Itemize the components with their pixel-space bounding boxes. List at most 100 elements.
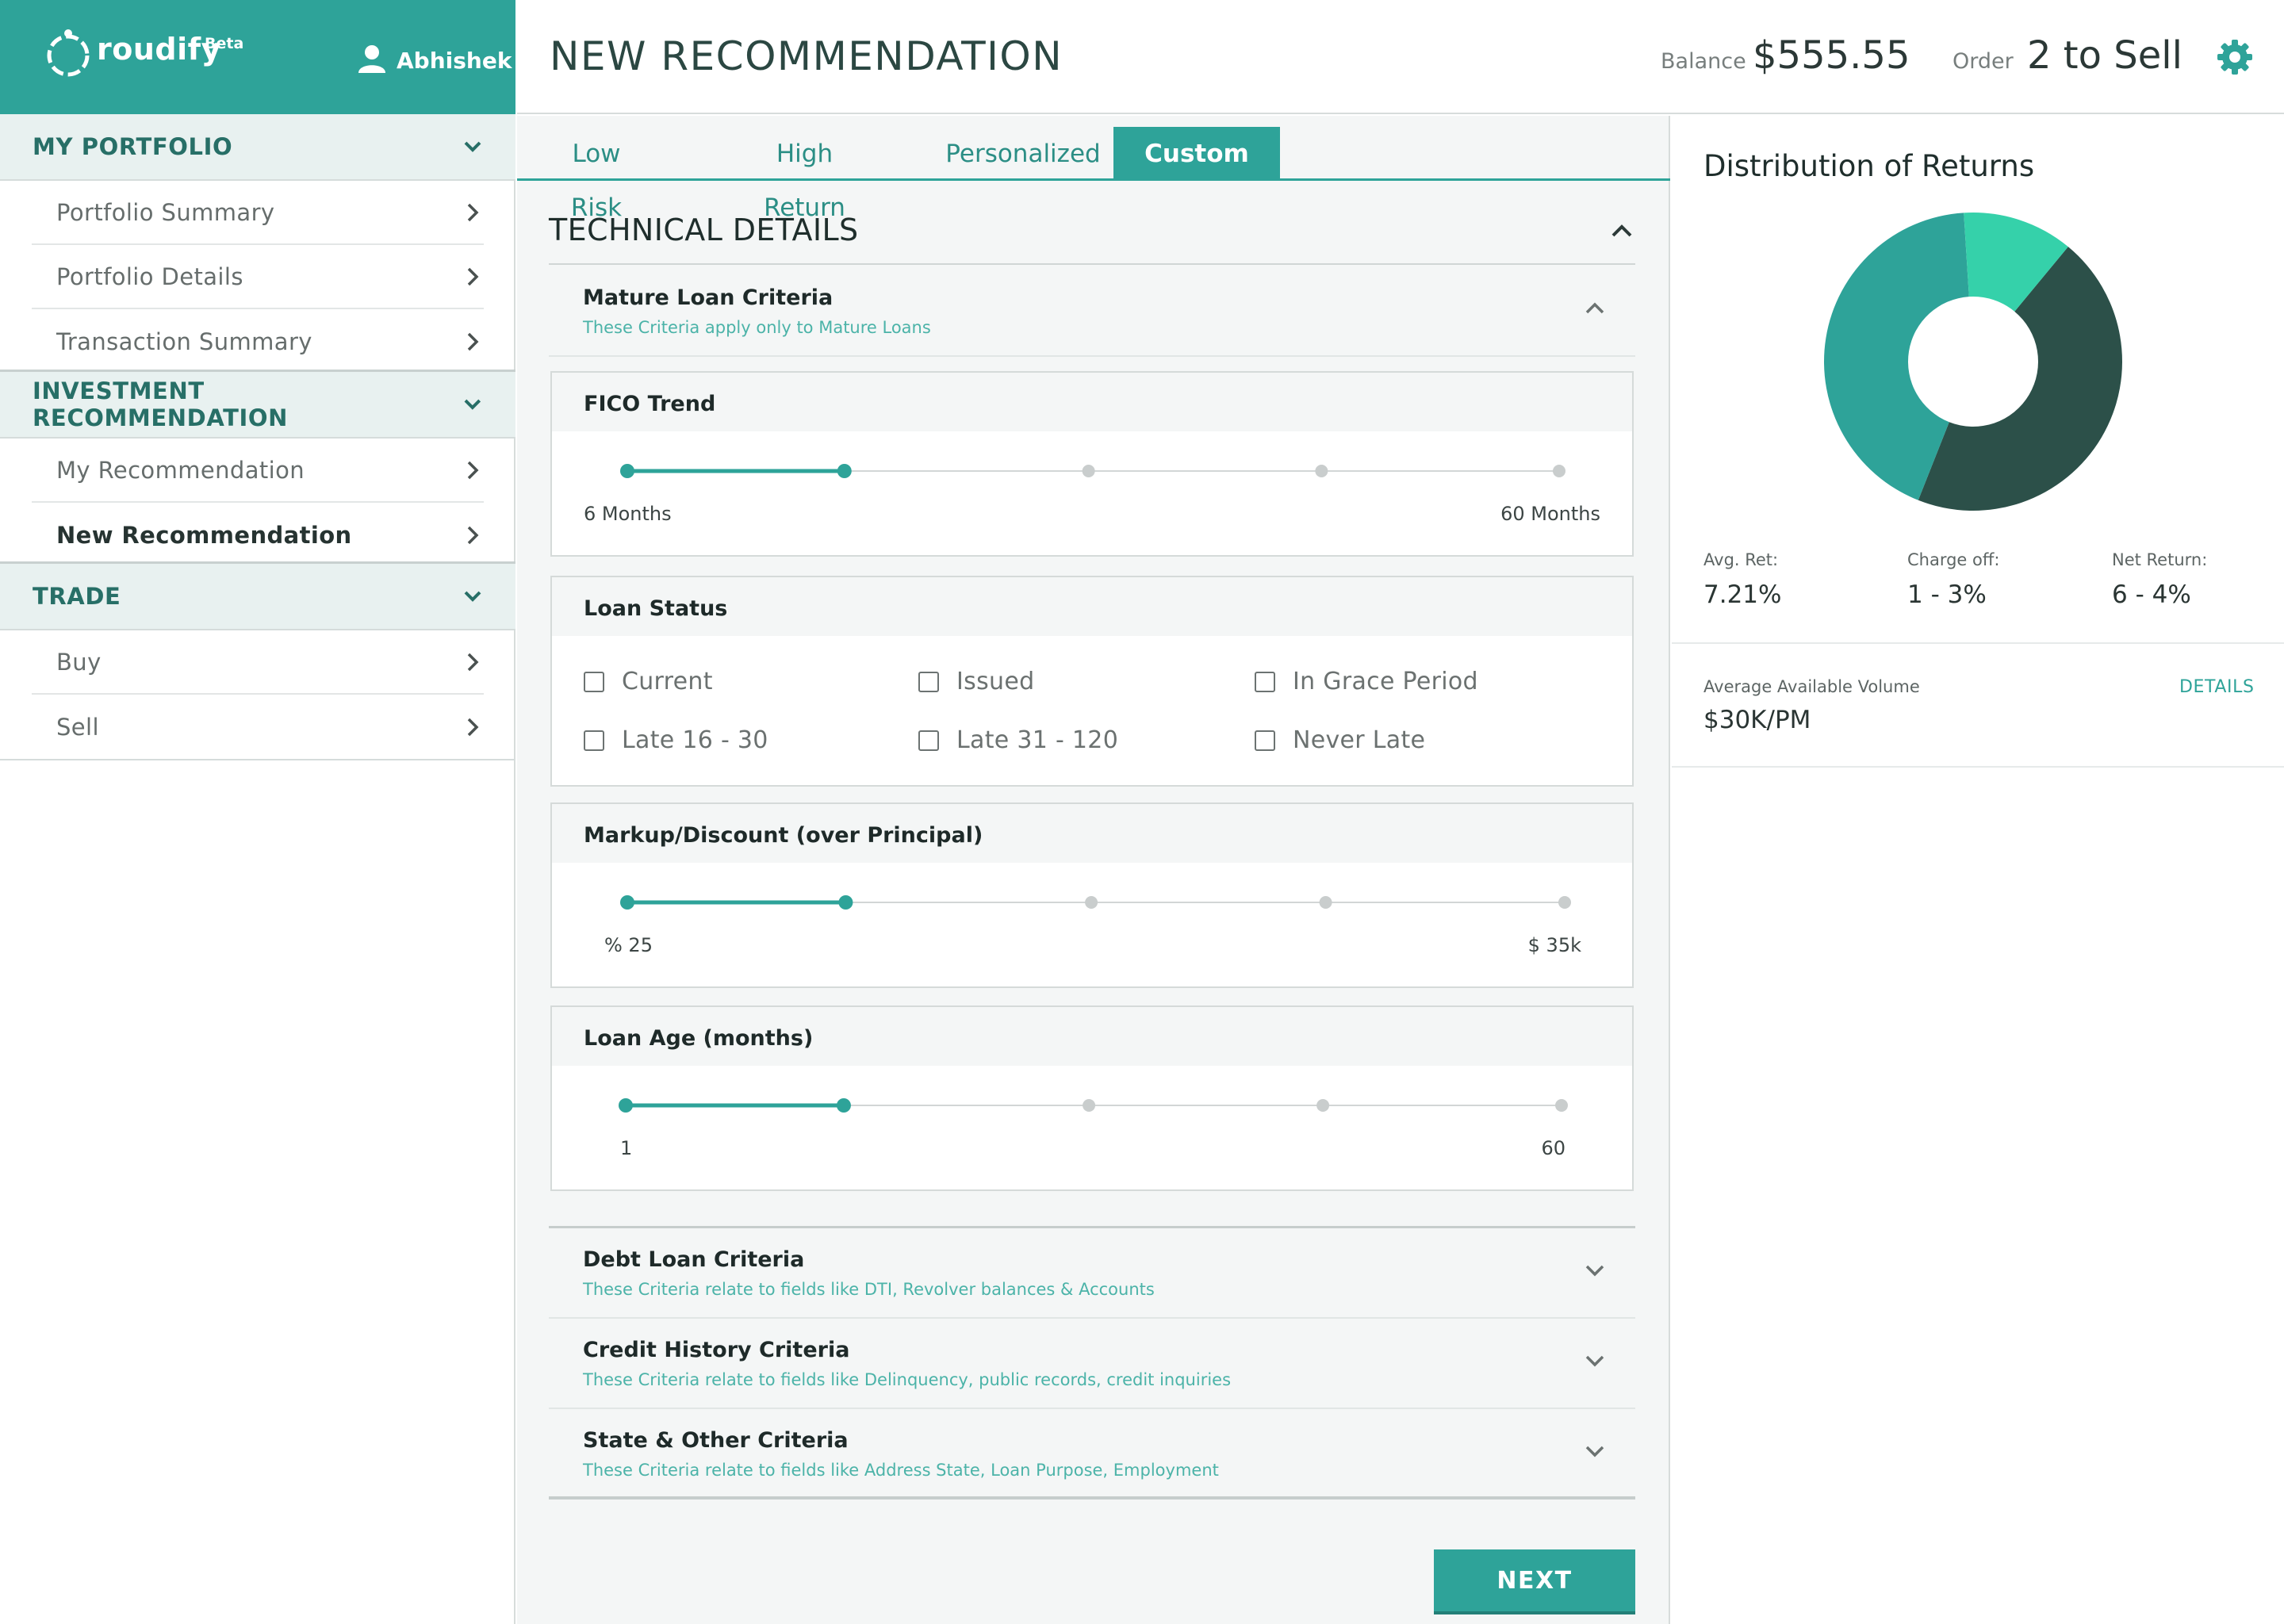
- sidebar-item-sell[interactable]: Sell: [32, 695, 484, 759]
- checkbox-label: Late 31 - 120: [956, 726, 1119, 754]
- chevron-down-icon[interactable]: [1583, 1258, 1607, 1282]
- sidebar-item-my-recommendation[interactable]: My Recommendation: [32, 439, 484, 503]
- stat-value: 7.21%: [1703, 580, 1782, 609]
- slider-handle[interactable]: [619, 1098, 633, 1113]
- slider-handle[interactable]: [836, 1098, 851, 1113]
- slider-handle[interactable]: [837, 464, 852, 478]
- tab-low-risk[interactable]: Low Risk: [549, 127, 644, 222]
- tab-personalized[interactable]: Personalized: [936, 127, 1110, 181]
- slider-step[interactable]: [1558, 896, 1571, 909]
- nav-head-trade[interactable]: TRADE: [0, 564, 515, 630]
- checkbox-in-grace-period[interactable]: In Grace Period: [1255, 668, 1478, 695]
- debt-criteria-header[interactable]: Debt Loan Criteria These Criteria relate…: [549, 1228, 1635, 1319]
- credit-history-criteria-header[interactable]: Credit History Criteria These Criteria r…: [549, 1319, 1635, 1409]
- chevron-right-icon: [467, 267, 479, 285]
- panel-title: Distribution of Returns: [1703, 149, 2035, 183]
- slider-step[interactable]: [1085, 896, 1098, 909]
- gear-icon[interactable]: [2216, 38, 2254, 76]
- fico-slider[interactable]: [552, 431, 1635, 511]
- divider: [1672, 766, 2284, 768]
- slider-handle[interactable]: [620, 464, 634, 478]
- nav-head-label: INVESTMENT RECOMMENDATION: [33, 377, 289, 431]
- slider-max-label: 60: [1541, 1137, 1565, 1159]
- nav-section-trade: TRADE Buy Sell: [0, 561, 515, 760]
- divider: [1672, 642, 2284, 644]
- chevron-down-icon: [464, 141, 481, 152]
- checkbox-box[interactable]: [1255, 730, 1275, 751]
- checkbox-box[interactable]: [584, 671, 604, 692]
- checkbox-current[interactable]: Current: [584, 668, 713, 695]
- tab-high-return[interactable]: High Return: [739, 127, 870, 222]
- chevron-up-icon[interactable]: [1583, 297, 1607, 320]
- sidebar-item-new-recommendation[interactable]: New Recommendation: [32, 503, 484, 567]
- slider-max-label: 60 Months: [1500, 503, 1600, 525]
- technical-details-header[interactable]: TECHNICAL DETAILS: [549, 209, 1635, 265]
- slider-step[interactable]: [1553, 465, 1565, 477]
- state-other-criteria-header[interactable]: State & Other Criteria These Criteria re…: [549, 1409, 1635, 1500]
- sidebar-item-buy[interactable]: Buy: [32, 630, 484, 695]
- details-link[interactable]: DETAILS: [2179, 677, 2255, 697]
- chevron-right-icon: [467, 461, 479, 479]
- brand-name: roudify: [97, 32, 221, 67]
- user-name[interactable]: Abhishek: [397, 48, 512, 74]
- checkbox-box[interactable]: [918, 671, 939, 692]
- sidebar-item-label: My Recommendation: [56, 456, 305, 484]
- criteria-title: Credit History Criteria: [583, 1338, 850, 1362]
- slider-track: [620, 895, 1571, 910]
- chevron-down-icon[interactable]: [1583, 1439, 1607, 1463]
- slider-step[interactable]: [1315, 465, 1328, 477]
- criteria-title: State & Other Criteria: [583, 1428, 849, 1453]
- sidebar-item-label: Portfolio Summary: [56, 198, 275, 226]
- chevron-right-icon: [467, 526, 479, 544]
- checkbox-box[interactable]: [1255, 671, 1275, 692]
- order-value[interactable]: 2 to Sell: [2027, 33, 2182, 78]
- criteria-title: Debt Loan Criteria: [583, 1247, 805, 1272]
- mature-criteria-header[interactable]: Mature Loan Criteria These Criteria appl…: [549, 266, 1635, 357]
- slider-step[interactable]: [1555, 1099, 1568, 1112]
- nav-section-investment: INVESTMENT RECOMMENDATION My Recommendat…: [0, 370, 515, 567]
- loan-age-card: Loan Age (months) 1 60: [550, 1005, 1634, 1191]
- slider-handle[interactable]: [620, 895, 634, 910]
- checkbox-never-late[interactable]: Never Late: [1255, 726, 1425, 754]
- volume-value: $30K/PM: [1703, 706, 1811, 734]
- chevron-right-icon: [467, 332, 479, 350]
- chevron-right-icon: [467, 718, 479, 736]
- loan-age-slider[interactable]: [552, 1066, 1635, 1145]
- checkbox-late-31-120[interactable]: Late 31 - 120: [918, 726, 1118, 754]
- sidebar: roudify Beta Abhishek MY PORTFOLIO Portf…: [0, 0, 515, 1624]
- slider-handle[interactable]: [838, 895, 853, 910]
- sidebar-item-portfolio-summary[interactable]: Portfolio Summary: [32, 181, 484, 245]
- card-title: FICO Trend: [584, 392, 716, 416]
- next-button[interactable]: NEXT: [1434, 1549, 1635, 1614]
- stat-value: 1 - 3%: [1907, 580, 1987, 609]
- chevron-up-icon[interactable]: [1608, 217, 1635, 244]
- slider-step[interactable]: [1082, 465, 1095, 477]
- stat-label: Net Return:: [2112, 550, 2208, 569]
- markup-slider[interactable]: [552, 863, 1635, 942]
- nav-head-investment-recommendation[interactable]: INVESTMENT RECOMMENDATION: [0, 372, 515, 439]
- checkbox-box[interactable]: [584, 730, 604, 751]
- checkbox-box[interactable]: [918, 730, 939, 751]
- page-title: NEW RECOMMENDATION: [550, 33, 1063, 79]
- logo-icon: [47, 29, 90, 77]
- fico-card: FICO Trend 6 Months 60 Months: [550, 371, 1634, 557]
- checkbox-issued[interactable]: Issued: [918, 668, 1034, 695]
- sidebar-item-transaction-summary[interactable]: Transaction Summary: [32, 309, 484, 373]
- chevron-right-icon: [467, 653, 479, 671]
- chevron-right-icon: [467, 203, 479, 221]
- slider-step[interactable]: [1319, 896, 1332, 909]
- user-icon[interactable]: [357, 44, 387, 74]
- checkbox-late-16-30[interactable]: Late 16 - 30: [584, 726, 768, 754]
- section-title: TECHNICAL DETAILS: [549, 213, 859, 247]
- divider: [0, 759, 515, 760]
- slider-step[interactable]: [1316, 1099, 1330, 1112]
- chevron-down-icon[interactable]: [1583, 1349, 1607, 1373]
- criteria-subtitle: These Criteria relate to fields like DTI…: [583, 1280, 1155, 1299]
- sidebar-item-portfolio-details[interactable]: Portfolio Details: [32, 245, 484, 309]
- criteria-subtitle: These Criteria relate to fields like Add…: [583, 1461, 1219, 1480]
- balance-label: Balance: [1661, 49, 1746, 74]
- slider-step[interactable]: [1083, 1099, 1096, 1112]
- nav-head-my-portfolio[interactable]: MY PORTFOLIO: [0, 114, 515, 181]
- tab-custom[interactable]: Custom: [1113, 127, 1280, 181]
- checkbox-label: Late 16 - 30: [622, 726, 768, 754]
